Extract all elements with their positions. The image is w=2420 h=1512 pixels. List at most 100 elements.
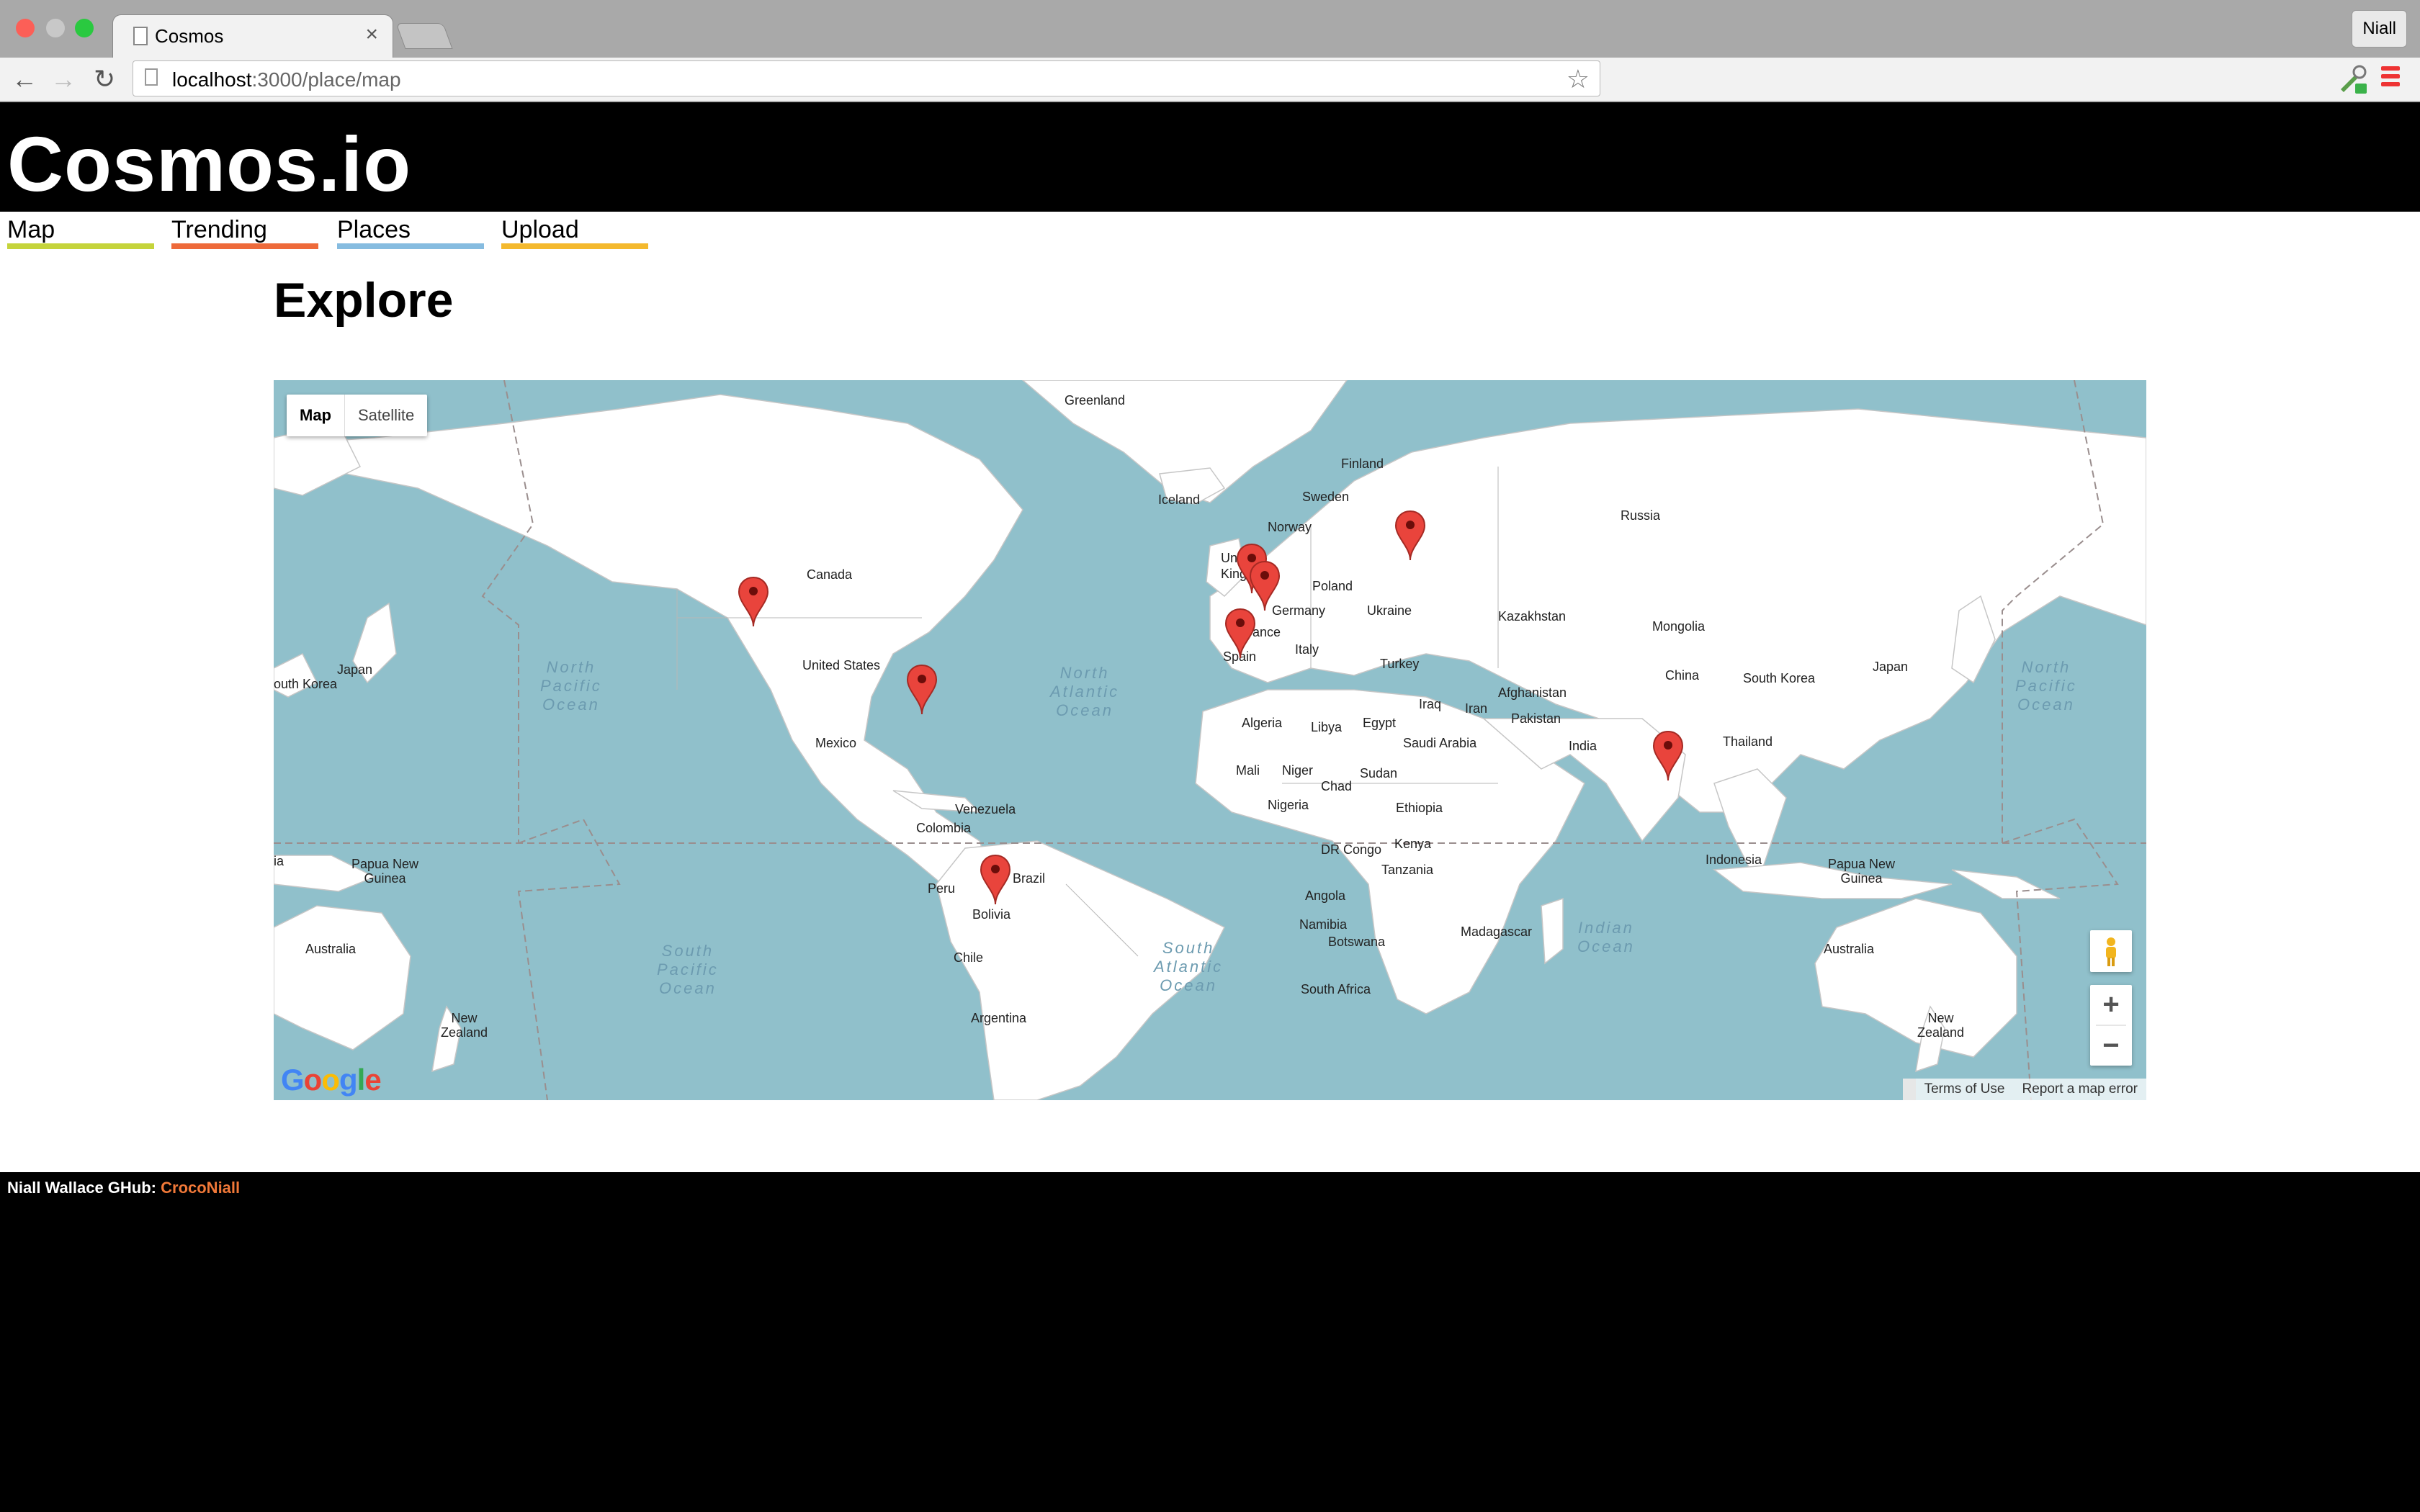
ocean-label: South Pacific Ocean xyxy=(657,942,719,997)
map-type-control: Map Satellite xyxy=(287,395,428,436)
map-label: South Africa xyxy=(1301,982,1371,996)
map-label: Canada xyxy=(807,567,853,582)
world-map[interactable]: Map Satellite Greenland Iceland Finland … xyxy=(274,380,2146,1100)
map-label: Colombia xyxy=(916,821,972,835)
map-label: Argentina xyxy=(971,1011,1027,1025)
map-marker-pin-icon[interactable] xyxy=(1394,510,1426,562)
page: Cosmos.io Map Trending Places Upload Exp… xyxy=(0,102,2420,1512)
page-icon xyxy=(133,27,148,45)
maximize-window-button[interactable] xyxy=(75,19,94,37)
map-label: United States xyxy=(802,658,881,672)
map-marker-pin-icon[interactable] xyxy=(1652,730,1684,782)
map-label: Nigeria xyxy=(1268,798,1309,812)
map-label: Bolivia xyxy=(972,907,1011,922)
terms-of-use-link[interactable]: Terms of Use xyxy=(1916,1079,2014,1100)
nav-map[interactable]: Map xyxy=(7,216,154,249)
map-label: China xyxy=(1665,668,1700,683)
map-label: DR Congo xyxy=(1321,842,1382,857)
map-label: India xyxy=(1569,739,1597,753)
map-label: Mongolia xyxy=(1652,619,1706,634)
map-label: outh Korea xyxy=(274,677,338,691)
github-link[interactable]: CrocoNiall xyxy=(161,1179,240,1197)
site-logo[interactable]: Cosmos.io xyxy=(7,121,411,207)
map-label: New Zealand xyxy=(441,1011,488,1040)
bookmark-star-icon[interactable]: ☆ xyxy=(1567,64,1590,94)
map-marker-pin-icon[interactable] xyxy=(906,664,938,716)
map-label: Kazakhstan xyxy=(1498,609,1567,624)
browser-tab[interactable]: Cosmos × xyxy=(112,14,393,58)
map-label: Libya xyxy=(1311,720,1343,734)
map-label: Kenya xyxy=(1394,837,1432,851)
street-view-pegman-icon[interactable] xyxy=(2090,930,2132,972)
map-label: Australia xyxy=(1824,942,1875,956)
map-label: South Korea xyxy=(1743,671,1816,685)
map-label: Venezuela xyxy=(955,802,1016,816)
map-label: Sudan xyxy=(1360,766,1398,780)
reload-icon[interactable]: ↻ xyxy=(94,63,115,95)
map-label: Sweden xyxy=(1302,490,1350,504)
map-label: ia xyxy=(274,854,284,868)
map-label: Mali xyxy=(1236,763,1260,778)
map-marker-pin-icon[interactable] xyxy=(738,576,769,628)
close-window-button[interactable] xyxy=(16,19,35,37)
ocean-label: North Pacific Ocean xyxy=(2015,658,2077,714)
page-title: Explore xyxy=(274,273,454,328)
main-content: Map Trending Places Upload Explore Map S… xyxy=(0,212,2420,1172)
ocean-label: North Atlantic Ocean xyxy=(1050,664,1120,719)
map-label: Tanzania xyxy=(1381,863,1434,877)
map-label: Chile xyxy=(954,950,984,965)
map-label: Japan xyxy=(337,662,373,677)
map-label: Brazil xyxy=(1013,871,1046,886)
map-label: Italy xyxy=(1295,642,1319,657)
map-label: Pakistan xyxy=(1511,711,1561,726)
map-marker-pin-icon[interactable] xyxy=(1249,560,1281,612)
map-label: Botswana xyxy=(1328,935,1386,949)
map-marker-pin-icon[interactable] xyxy=(980,854,1011,906)
map-label: Ethiopia xyxy=(1396,801,1443,815)
map-label: Papua New Guinea xyxy=(1828,857,1896,886)
map-label: Egypt xyxy=(1363,716,1397,730)
map-label: Namibia xyxy=(1299,917,1348,932)
map-label: Thailand xyxy=(1723,734,1773,749)
map-label: Australia xyxy=(305,942,357,956)
nav-trending[interactable]: Trending xyxy=(171,216,318,249)
url-text[interactable]: localhost:3000/place/map xyxy=(172,68,401,91)
browser-menu-icon[interactable] xyxy=(2381,66,2400,92)
map-label: Mexico xyxy=(815,736,857,750)
address-bar[interactable]: localhost:3000/place/map ☆ xyxy=(133,60,1600,96)
map-marker-pin-icon[interactable] xyxy=(1224,608,1256,660)
map-label: Finland xyxy=(1341,456,1384,471)
new-tab-button[interactable] xyxy=(395,23,453,49)
profile-button[interactable]: Niall xyxy=(2352,10,2407,48)
nav-places[interactable]: Places xyxy=(337,216,484,249)
map-label: Madagascar xyxy=(1461,924,1533,939)
extension-icon[interactable] xyxy=(2336,63,2368,95)
browser-toolbar: ← → ↻ localhost:3000/place/map ☆ xyxy=(0,58,2420,102)
attribution-spacer xyxy=(1902,1079,1916,1100)
tab-title: Cosmos xyxy=(155,25,224,47)
forward-arrow-icon[interactable]: → xyxy=(50,63,76,95)
zoom-out-button[interactable]: − xyxy=(2090,1026,2132,1066)
nav-upload[interactable]: Upload xyxy=(501,216,648,249)
map-label: Iran xyxy=(1465,701,1488,716)
map-label: Turkey xyxy=(1380,657,1420,671)
zoom-control: + − xyxy=(2090,985,2132,1066)
map-label: Peru xyxy=(928,881,956,896)
site-footer: Niall Wallace GHub: CrocoNiall xyxy=(7,1179,240,1197)
map-label: Iceland xyxy=(1158,492,1201,507)
minimize-window-button[interactable] xyxy=(46,19,65,37)
map-label: Japan xyxy=(1873,660,1909,674)
map-label: Algeria xyxy=(1242,716,1283,730)
map-label: Greenland xyxy=(1065,393,1126,408)
report-map-error-link[interactable]: Report a map error xyxy=(2013,1079,2146,1100)
map-label: Iraq xyxy=(1419,697,1442,711)
url-path: :3000/place/map xyxy=(251,68,401,91)
map-type-satellite-button[interactable]: Satellite xyxy=(344,395,427,436)
map-type-map-button[interactable]: Map xyxy=(287,395,344,436)
map-label: New Zealand xyxy=(1917,1011,1965,1040)
close-tab-icon[interactable]: × xyxy=(365,22,378,47)
zoom-in-button[interactable]: + xyxy=(2090,985,2132,1025)
map-label: Russia xyxy=(1621,508,1661,523)
map-label: Indonesia xyxy=(1706,852,1762,867)
back-arrow-icon[interactable]: ← xyxy=(12,63,37,95)
